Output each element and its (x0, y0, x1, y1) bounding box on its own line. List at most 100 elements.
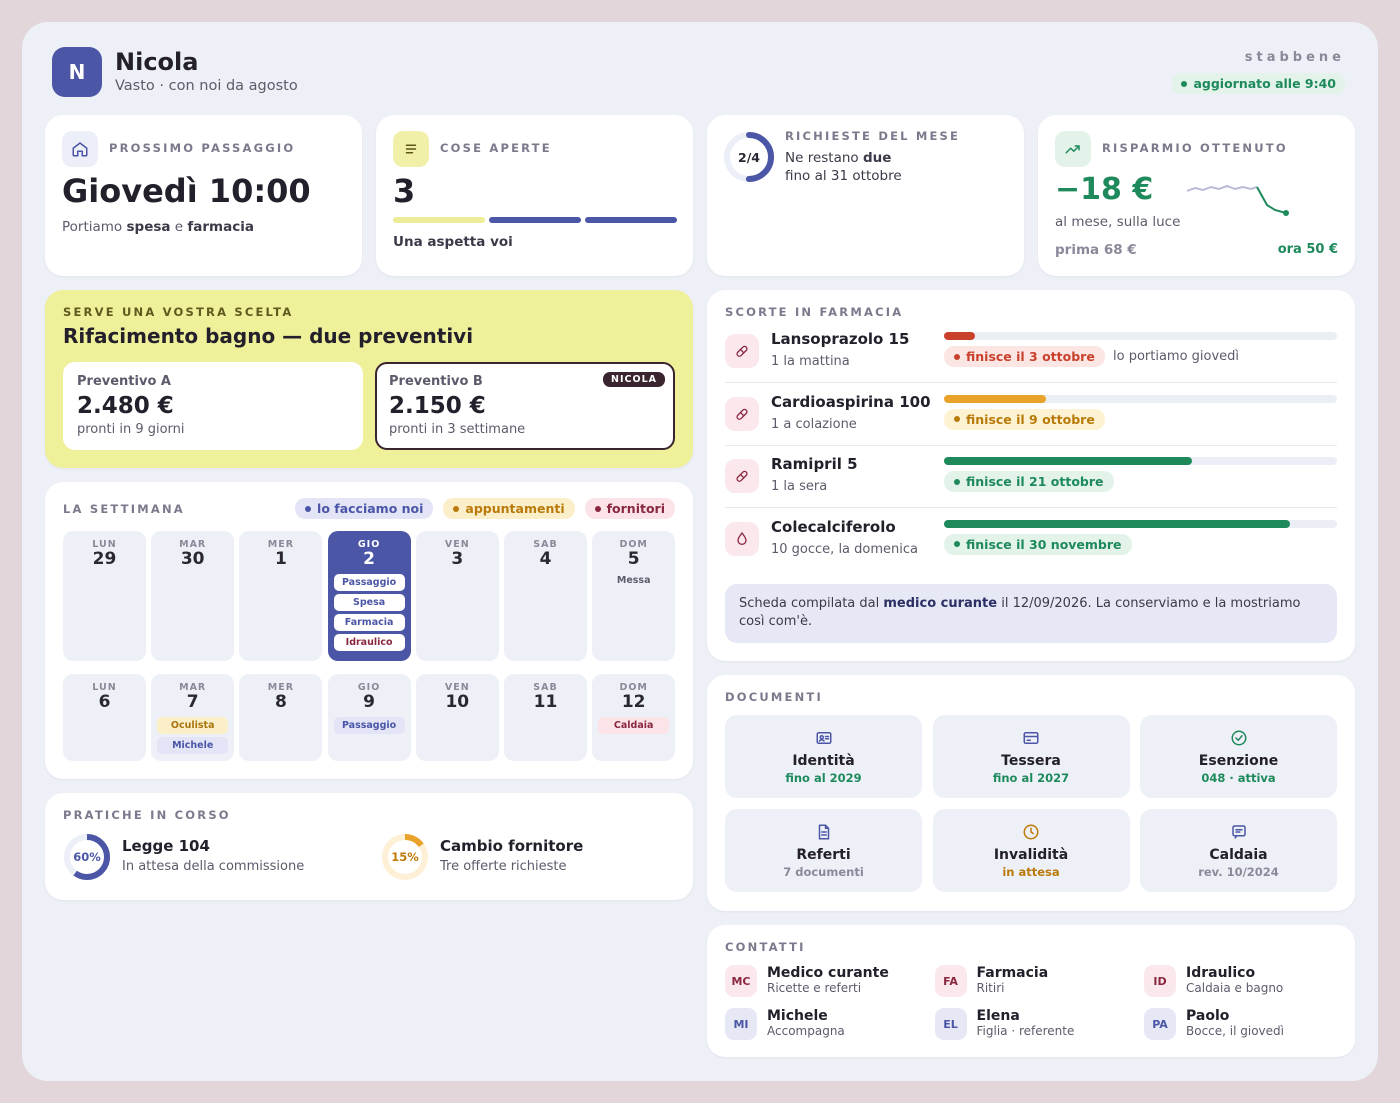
med-row[interactable]: Lansoprazolo 15 1 la mattina finisce il 3 … (725, 330, 1337, 382)
calendar-event[interactable]: Messa (598, 572, 669, 589)
contact-item[interactable]: MI Michele Accompagna (725, 1008, 925, 1042)
day-number: 7 (186, 692, 199, 712)
med-row[interactable]: Cardioaspirina 100 1 a colazione finisce i… (725, 393, 1337, 445)
med-note: lo portiamo giovedì (1113, 349, 1240, 364)
next-visit-desc: Portiamo spesa e farmacia (62, 219, 254, 235)
practice-item[interactable]: 15% Cambio fornitore Tre offerte richieste (381, 833, 681, 883)
legend-appointments[interactable]: appuntamenti (443, 498, 575, 519)
dashboard-frame: N Nicola Vasto · con noi da agosto stabb… (22, 22, 1378, 1081)
pill-icon (725, 334, 759, 368)
pharmacy-footer-note: Scheda compilata dal medico curante il 1… (725, 584, 1337, 643)
document-title: Esenzione (1198, 753, 1279, 769)
stock-end-text: finisce il 21 ottobre (966, 474, 1104, 489)
progress-segment (393, 217, 485, 223)
trend-icon (1055, 131, 1091, 167)
id-card-icon (815, 729, 833, 747)
calendar-day[interactable]: MER 1 (239, 531, 323, 661)
calendar-event[interactable]: Farmacia (333, 614, 405, 631)
calendar-event[interactable]: Spesa (333, 594, 405, 611)
calendar-day[interactable]: MER 8 (239, 674, 323, 761)
med-dose: 1 la sera (771, 479, 828, 494)
requests-card[interactable]: 2/4 RICHIESTE DEL MESE Ne restano due fi… (707, 115, 1024, 276)
avatar[interactable]: N (52, 47, 102, 97)
requests-ring: 2/4 (723, 131, 775, 183)
med-name: Ramipril 5 (771, 455, 858, 473)
calendar-day[interactable]: LUN 29 (63, 531, 146, 661)
day-number: 8 (274, 692, 287, 712)
calendar-day[interactable]: LUN 6 (63, 674, 146, 761)
document-tile[interactable]: Caldaia rev. 10/2024 (1140, 809, 1337, 892)
contact-item[interactable]: EL Elena Figlia · referente (934, 1008, 1135, 1042)
calendar-event[interactable]: Michele (157, 737, 229, 754)
document-status: fino al 2027 (992, 771, 1070, 785)
contact-role: Accompagna (767, 1024, 845, 1038)
practice-item[interactable]: 60% Legge 104 In attesa della commissione (63, 833, 363, 883)
legend-suppliers[interactable]: fornitori (584, 498, 675, 519)
contact-avatar: FA (934, 965, 967, 997)
calendar-event[interactable]: Caldaia (598, 717, 670, 734)
stock-end-text: finisce il 9 ottobre (966, 411, 1095, 427)
contact-item[interactable]: FA Farmacia Ritiri (934, 965, 1135, 999)
document-tile[interactable]: Esenzione 048 · attiva (1140, 715, 1337, 798)
document-tile[interactable]: Invalidità in attesa (932, 809, 1130, 892)
document-tile[interactable]: Identità fino al 2029 (725, 715, 922, 798)
calendar-day[interactable]: MAR 30 (151, 531, 235, 661)
calendar-day[interactable]: GIO 9 Passaggio (327, 674, 411, 761)
contact-item[interactable]: PA Paolo Bocce, il giovedì (1144, 1008, 1344, 1042)
contact-name: Elena (976, 1008, 1020, 1024)
update-badge: aggiornato alle 9:40 (1172, 73, 1345, 94)
calendar-day[interactable]: MAR 7 Oculista Michele (151, 674, 235, 761)
calendar-event[interactable]: Idraulico (333, 634, 405, 651)
stock-bar (944, 519, 1337, 528)
calendar-day[interactable]: SAB 11 (504, 674, 587, 761)
week-card: LA SETTIMANA lo facciamo noi appuntament… (45, 482, 693, 779)
stock-end-text: finisce il 3 ottobre (966, 349, 1095, 364)
calendar-day[interactable]: GIO 2 Passaggio Spesa Farmacia Idraulico (327, 531, 411, 661)
calendar-event[interactable]: Oculista (157, 717, 229, 734)
legend-ours[interactable]: lo facciamo noi (295, 498, 434, 519)
practices-label: PRATICHE IN CORSO (63, 808, 231, 822)
practice-title: Cambio fornitore (440, 837, 584, 855)
contact-avatar: EL (934, 1008, 967, 1040)
day-number: 29 (92, 549, 117, 569)
quote-option-a[interactable]: Preventivo A 2.480 € pronti in 9 giorni (63, 362, 363, 450)
next-visit-card[interactable]: PROSSIMO PASSAGGIO Giovedì 10:00 Portiam… (45, 115, 362, 276)
calendar-day[interactable]: SAB 4 (504, 531, 587, 661)
contact-item[interactable]: ID Idraulico Caldaia e bagno (1144, 965, 1344, 999)
calendar-event[interactable]: Passaggio (333, 574, 405, 591)
savings-card[interactable]: RISPARMIO OTTENUTO −18 € al mese, sulla … (1038, 115, 1355, 276)
progress-segment (489, 217, 581, 223)
day-number: 3 (451, 549, 464, 569)
contact-avatar: MC (725, 965, 757, 997)
day-number: 2 (363, 549, 376, 569)
savings-value: −18 € (1055, 172, 1154, 207)
stock-bar (944, 457, 1337, 465)
calendar-event[interactable]: Passaggio (333, 717, 405, 734)
document-tile[interactable]: Tessera fino al 2027 (932, 715, 1130, 798)
calendar-day[interactable]: VEN 3 (415, 531, 499, 661)
med-row[interactable]: Ramipril 5 1 la sera finisce il 21 ottobre (725, 455, 1337, 507)
update-time: aggiornato alle 9:40 (1193, 76, 1336, 91)
med-row[interactable]: Colecalciferolo 10 gocce, la domenica fini… (725, 518, 1337, 570)
pill-icon (725, 396, 759, 431)
document-title: Tessera (1001, 753, 1061, 769)
home-icon (62, 131, 98, 167)
document-tile[interactable]: Referti 7 documenti (725, 809, 922, 892)
quote-option-b[interactable]: Preventivo B NICOLA 2.150 € pronti in 3 … (375, 362, 675, 450)
med-name: Colecalciferolo (771, 517, 896, 536)
contact-item[interactable]: MC Medico curante Ricette e referti (725, 965, 925, 999)
open-items-card[interactable]: COSE APERTE 3 Una aspetta voi (376, 115, 693, 276)
pharmacy-label: SCORTE IN FARMACIA (725, 305, 904, 319)
decision-title: Rifacimento bagno — due preventivi (63, 324, 474, 348)
calendar-day[interactable]: DOM 5 Messa (592, 531, 676, 661)
open-items-count: 3 (393, 172, 416, 210)
check-circle-icon (1230, 729, 1248, 747)
calendar-day[interactable]: DOM 12 Caldaia (592, 674, 676, 761)
status-dot (954, 541, 960, 547)
next-visit-label: PROSSIMO PASSAGGIO (109, 141, 296, 155)
documents-card: DOCUMENTI Identità fino al 2029 Tessera fin… (707, 675, 1355, 911)
option-b-price: 2.150 € (389, 393, 486, 419)
practice-title: Legge 104 (122, 837, 210, 855)
option-a-time: pronti in 9 giorni (77, 422, 185, 437)
calendar-day[interactable]: VEN 10 (415, 674, 499, 761)
